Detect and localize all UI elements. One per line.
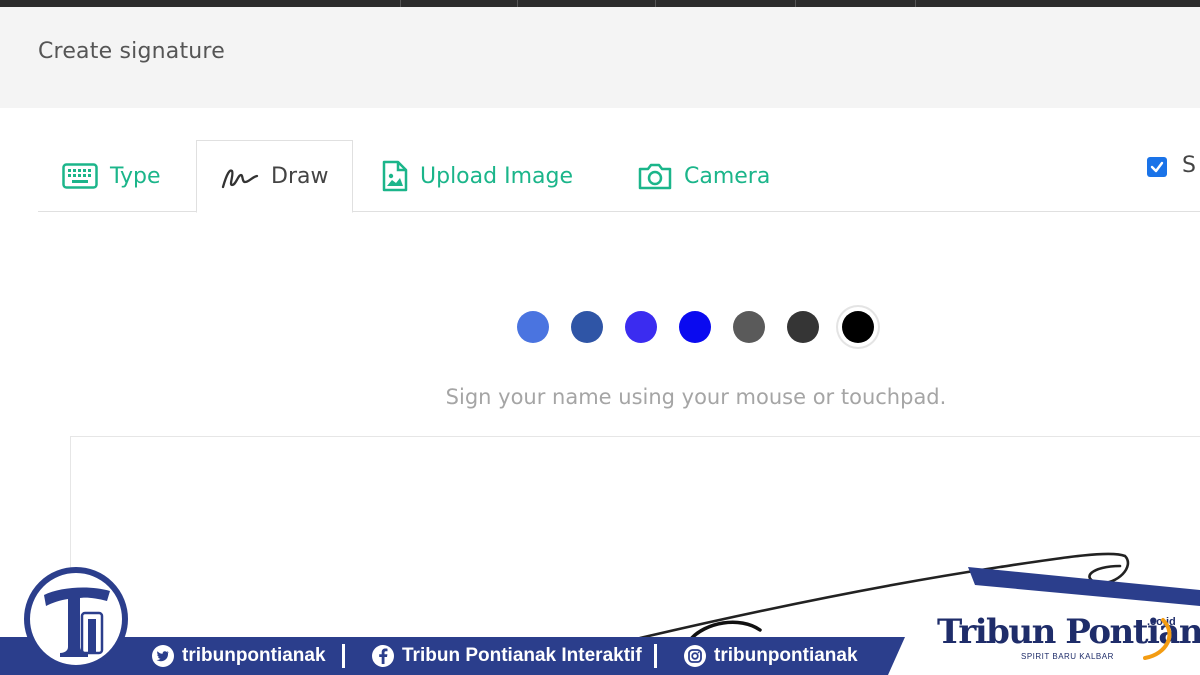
instagram-handle-text: tribunpontianak [714,645,858,666]
brand-swoosh-icon [1143,618,1172,660]
instagram-handle: tribunpontianak [684,642,858,670]
facebook-page-text: Tribun Pontianak Interaktif [402,645,642,666]
social-separator [654,644,657,668]
watermark-graphic [968,567,1200,675]
twitter-handle-text: tribunpontianak [182,645,326,666]
tribun-logo [24,567,128,671]
brand-tagline: SPIRIT BARU KALBAR [1021,652,1114,661]
social-separator [342,644,345,668]
twitter-icon [152,645,174,667]
instagram-icon [684,645,706,667]
facebook-page: Tribun Pontianak Interaktif [372,642,642,670]
tribun-pontianak-wordmark: Tribun Pontianak .co.id SPIRIT BARU KALB… [937,612,1200,670]
tribun-t-logo-icon [44,587,110,657]
facebook-icon [372,645,394,667]
twitter-handle: tribunpontianak [152,642,326,670]
